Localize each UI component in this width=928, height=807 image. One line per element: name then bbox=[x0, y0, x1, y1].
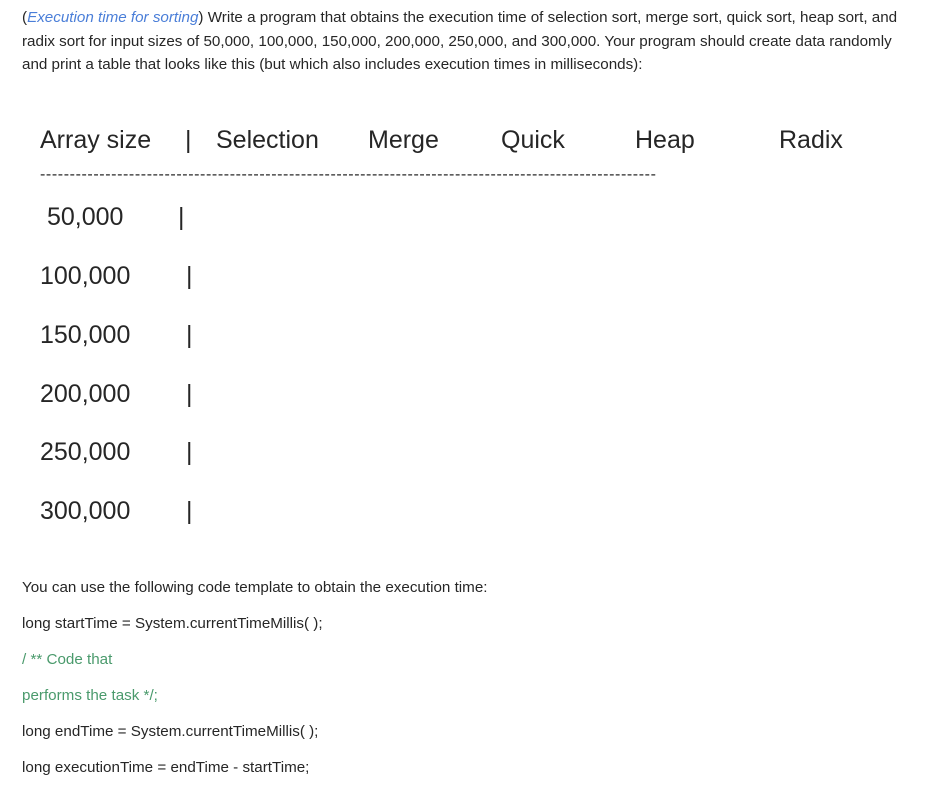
row-label-100000: 100,000 bbox=[40, 262, 131, 290]
code-execution-time: long executionTime = endTime - startTime… bbox=[22, 759, 310, 776]
row-label-50000: 50,000 bbox=[47, 203, 124, 231]
row-bar: | bbox=[186, 262, 193, 290]
row-bar: | bbox=[186, 438, 193, 466]
code-intro: You can use the following code template … bbox=[22, 579, 488, 596]
header-array-size: Array size bbox=[40, 126, 152, 154]
header-heap: Heap bbox=[635, 126, 695, 154]
row-bar: | bbox=[178, 203, 185, 231]
row-label-150000: 150,000 bbox=[40, 321, 131, 349]
problem-statement: (Execution time for sorting) Write a pro… bbox=[22, 6, 902, 77]
code-comment-line-1: / ** Code that bbox=[22, 651, 113, 668]
row-label-200000: 200,000 bbox=[40, 380, 131, 408]
header-radix: Radix bbox=[779, 126, 843, 154]
row-label-250000: 250,000 bbox=[40, 438, 131, 466]
row-bar: | bbox=[186, 380, 193, 408]
problem-title: Execution time for sorting bbox=[27, 9, 199, 26]
row-label-300000: 300,000 bbox=[40, 497, 131, 525]
header-bar: | bbox=[185, 126, 192, 154]
header-merge: Merge bbox=[368, 126, 439, 154]
code-comment-line-2: performs the task */; bbox=[22, 687, 158, 704]
header-quick: Quick bbox=[501, 126, 565, 154]
code-end-time: long endTime = System.currentTimeMillis(… bbox=[22, 723, 319, 740]
row-bar: | bbox=[186, 497, 193, 525]
table-separator: ----------------------------------------… bbox=[40, 166, 657, 183]
row-bar: | bbox=[186, 321, 193, 349]
code-start-time: long startTime = System.currentTimeMilli… bbox=[22, 615, 323, 632]
header-selection: Selection bbox=[216, 126, 319, 154]
